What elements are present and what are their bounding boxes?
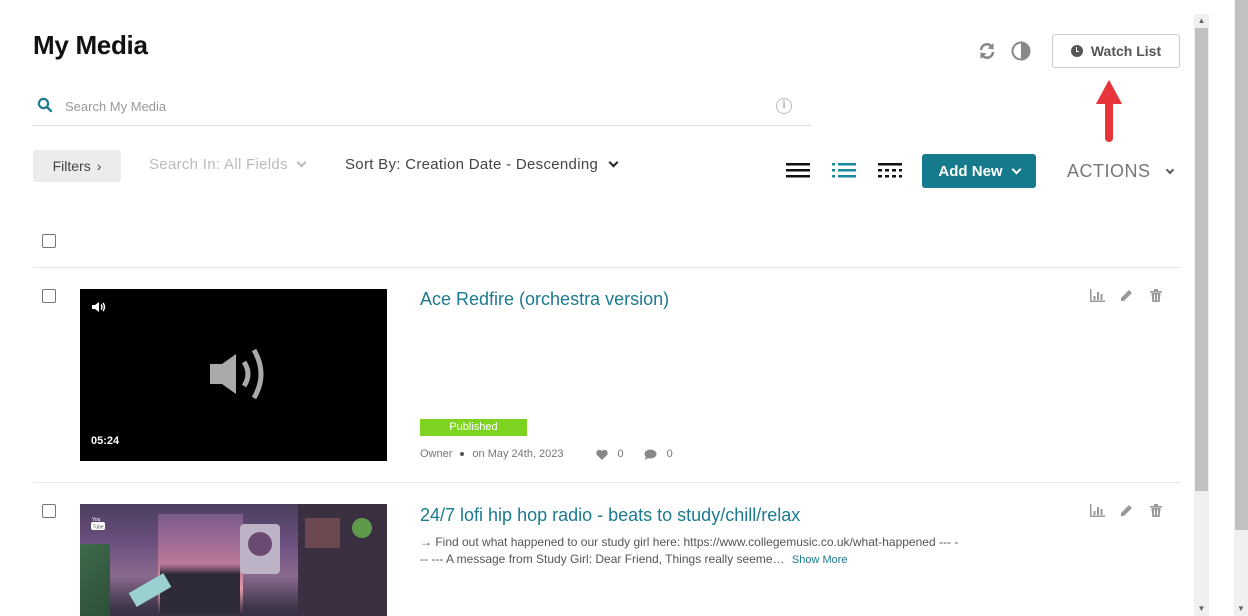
edit-button[interactable] xyxy=(1119,288,1134,303)
entry-thumbnail[interactable]: 05:24 xyxy=(80,289,387,461)
page-title: My Media xyxy=(33,30,148,60)
filters-button[interactable]: Filters › xyxy=(33,150,121,182)
contrast-toggle-button[interactable] xyxy=(1010,40,1032,62)
entry-divider xyxy=(33,482,1180,483)
list-view-button[interactable] xyxy=(830,160,858,180)
comments-stat: 0 xyxy=(644,448,673,460)
entry-actions xyxy=(1090,503,1163,518)
speaker-icon xyxy=(210,348,264,400)
clock-icon xyxy=(1070,45,1083,57)
refresh-button[interactable] xyxy=(976,40,998,62)
thumbnail-books-art xyxy=(305,518,340,548)
actions-dropdown[interactable]: ACTIONS xyxy=(1067,161,1174,182)
thumbnail-leaves-art xyxy=(80,544,110,616)
entry-title-link[interactable]: Ace Redfire (orchestra version) xyxy=(420,289,669,310)
heart-icon xyxy=(595,449,608,460)
window-scrollbar-thumb[interactable] xyxy=(1235,0,1248,530)
separator-dot xyxy=(460,452,465,456)
trash-icon xyxy=(1149,289,1162,302)
sort-by-label: Sort By: Creation Date - Descending xyxy=(345,156,599,173)
search-bar: i xyxy=(33,88,811,126)
likes-stat: 0 xyxy=(595,448,624,460)
likes-count: 0 xyxy=(617,448,624,460)
search-input[interactable] xyxy=(65,94,765,118)
header-icons xyxy=(976,40,1032,62)
entry-description: → Find out what happened to our study gi… xyxy=(420,534,960,569)
comments-count: 0 xyxy=(666,448,673,460)
window-scrollbar[interactable]: ▼ xyxy=(1234,0,1248,616)
scroll-down-arrow-icon[interactable]: ▼ xyxy=(1234,602,1248,616)
actions-label: ACTIONS xyxy=(1067,161,1151,181)
bar-chart-icon xyxy=(1090,289,1105,302)
scroll-down-arrow-icon[interactable]: ▼ xyxy=(1194,602,1209,616)
entry-actions xyxy=(1090,288,1163,303)
entry-meta: Owner on May 24th, 2023 0 0 xyxy=(420,448,673,460)
search-in-dropdown[interactable]: Search In: All Fields xyxy=(149,156,307,173)
chevron-down-icon xyxy=(296,157,307,168)
show-more-link[interactable]: Show More xyxy=(792,554,848,566)
add-new-button[interactable]: Add New xyxy=(922,154,1036,188)
duration-label: 05:24 xyxy=(91,435,120,447)
chevron-down-icon xyxy=(1011,164,1022,174)
info-icon[interactable]: i xyxy=(776,98,792,114)
scroll-up-arrow-icon[interactable]: ▲ xyxy=(1194,14,1209,28)
filters-label: Filters xyxy=(52,158,91,174)
chevron-down-icon xyxy=(1165,165,1174,174)
details-view-icon xyxy=(786,163,810,178)
details-view-button[interactable] xyxy=(784,160,812,180)
thumbnail-plant-art xyxy=(352,518,372,538)
youtube-icon: You Tube xyxy=(91,517,105,531)
analytics-button[interactable] xyxy=(1090,288,1105,303)
view-mode-switcher xyxy=(784,160,904,180)
contrast-icon xyxy=(1011,41,1031,61)
watch-list-button[interactable]: Watch List xyxy=(1052,34,1180,68)
bar-chart-icon xyxy=(1090,504,1105,517)
creation-date: on May 24th, 2023 xyxy=(472,448,564,460)
analytics-button[interactable] xyxy=(1090,503,1105,518)
sort-by-dropdown[interactable]: Sort By: Creation Date - Descending xyxy=(345,156,619,173)
pencil-icon xyxy=(1121,290,1132,301)
entry-thumbnail[interactable]: You Tube xyxy=(80,504,387,616)
thumbnail-city-art xyxy=(160,564,240,614)
entry-checkbox[interactable] xyxy=(42,504,56,518)
search-icon xyxy=(37,97,53,113)
my-media-page: My Media i Watch List xyxy=(0,0,1194,616)
list-view-icon xyxy=(832,163,856,178)
select-all-checkbox[interactable] xyxy=(42,234,56,248)
owner-label: Owner xyxy=(420,448,453,460)
entry-title-link[interactable]: 24/7 lofi hip hop radio - beats to study… xyxy=(420,505,800,526)
chevron-down-icon xyxy=(608,157,619,168)
svg-text:Tube: Tube xyxy=(93,525,104,531)
refresh-icon xyxy=(979,43,995,59)
thumbnail-poster-circle xyxy=(248,532,272,556)
delete-button[interactable] xyxy=(1148,503,1163,518)
list-header-divider xyxy=(33,267,1180,268)
content-scrollbar[interactable]: ▲ ▼ xyxy=(1194,14,1209,616)
entry-checkbox[interactable] xyxy=(42,289,56,303)
edit-button[interactable] xyxy=(1119,503,1134,518)
search-in-label: Search In: All Fields xyxy=(149,156,288,173)
compact-view-icon xyxy=(878,163,902,178)
pencil-icon xyxy=(1121,505,1132,516)
audio-type-icon xyxy=(92,302,106,312)
comment-icon xyxy=(644,449,657,460)
trash-icon xyxy=(1149,504,1162,517)
watch-list-label: Watch List xyxy=(1090,43,1162,59)
chevron-right-icon: › xyxy=(96,158,102,174)
content-scrollbar-thumb[interactable] xyxy=(1195,28,1208,491)
description-text: → Find out what happened to our study gi… xyxy=(420,535,959,566)
status-badge: Published xyxy=(420,419,527,436)
compact-view-button[interactable] xyxy=(876,160,904,180)
add-new-label: Add New xyxy=(938,162,1003,180)
delete-button[interactable] xyxy=(1148,288,1163,303)
annotation-arrow-icon xyxy=(1096,80,1122,142)
